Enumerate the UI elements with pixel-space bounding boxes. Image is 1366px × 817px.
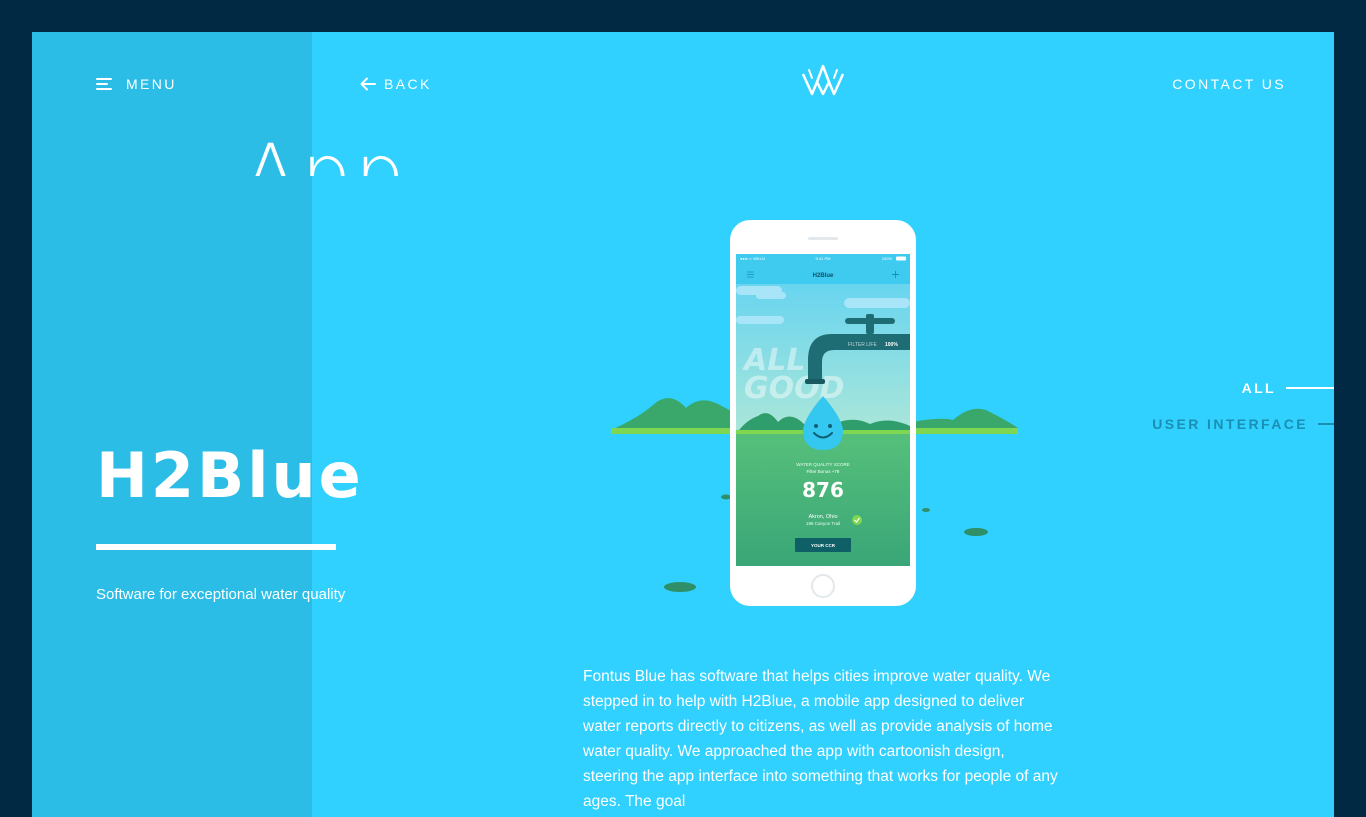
hamburger-icon xyxy=(96,77,112,91)
page-frame: MENU BACK CONTACT US App H2Blue Software… xyxy=(32,32,1334,817)
menu-button[interactable]: MENU xyxy=(96,76,177,92)
project-description: Fontus Blue has software that helps citi… xyxy=(583,668,1058,810)
filter-all[interactable]: ALL xyxy=(1152,380,1334,396)
app-title: H2Blue xyxy=(813,273,834,279)
phone-mockup: ALL GOOD FILTER LIFE 100% WATER QUALITY … xyxy=(730,220,916,606)
score-value: 876 xyxy=(802,478,844,502)
location-text: Akron, Ohio xyxy=(808,514,837,520)
project-subtitle: Software for exceptional water quality xyxy=(96,586,346,603)
category-filters: ALL USER INTERFACE xyxy=(1152,380,1334,452)
arrow-left-icon xyxy=(360,77,376,91)
watermark-text-2: GOOD xyxy=(744,371,845,406)
ccr-button-label: YOUR CCR xyxy=(811,543,836,548)
filter-life-value: 100% xyxy=(885,342,898,348)
filter-life-label: FILTER LIFE xyxy=(848,342,877,348)
menu-label: MENU xyxy=(126,76,177,92)
filter-user-interface[interactable]: USER INTERFACE xyxy=(1152,416,1334,432)
filter-indicator xyxy=(1318,423,1334,425)
back-label: BACK xyxy=(384,76,432,92)
crown-logo-icon[interactable] xyxy=(800,64,846,98)
address-text: 196 Canyon Trail xyxy=(806,521,840,526)
contact-us-link[interactable]: CONTACT US xyxy=(1172,76,1286,94)
hero-phone-illustration: ALL GOOD FILTER LIFE 100% WATER QUALITY … xyxy=(611,220,1018,606)
filter-indicator xyxy=(1286,387,1334,389)
score-label: WATER QUALITY SCORE xyxy=(796,462,849,467)
project-title: H2Blue xyxy=(96,439,364,512)
filter-label: USER INTERFACE xyxy=(1152,416,1308,432)
back-button[interactable]: BACK xyxy=(360,76,432,92)
background-word: App xyxy=(244,129,409,176)
status-carrier: ●●●○○ WKLN xyxy=(740,256,765,261)
title-underline xyxy=(96,544,336,550)
filter-label: ALL xyxy=(1241,380,1276,396)
status-time: 9:41 PM xyxy=(816,256,831,261)
bonus-label: Filter Bonus +78 xyxy=(807,469,840,474)
contact-label: CONTACT US xyxy=(1172,76,1286,92)
status-battery: 100% xyxy=(882,256,893,261)
